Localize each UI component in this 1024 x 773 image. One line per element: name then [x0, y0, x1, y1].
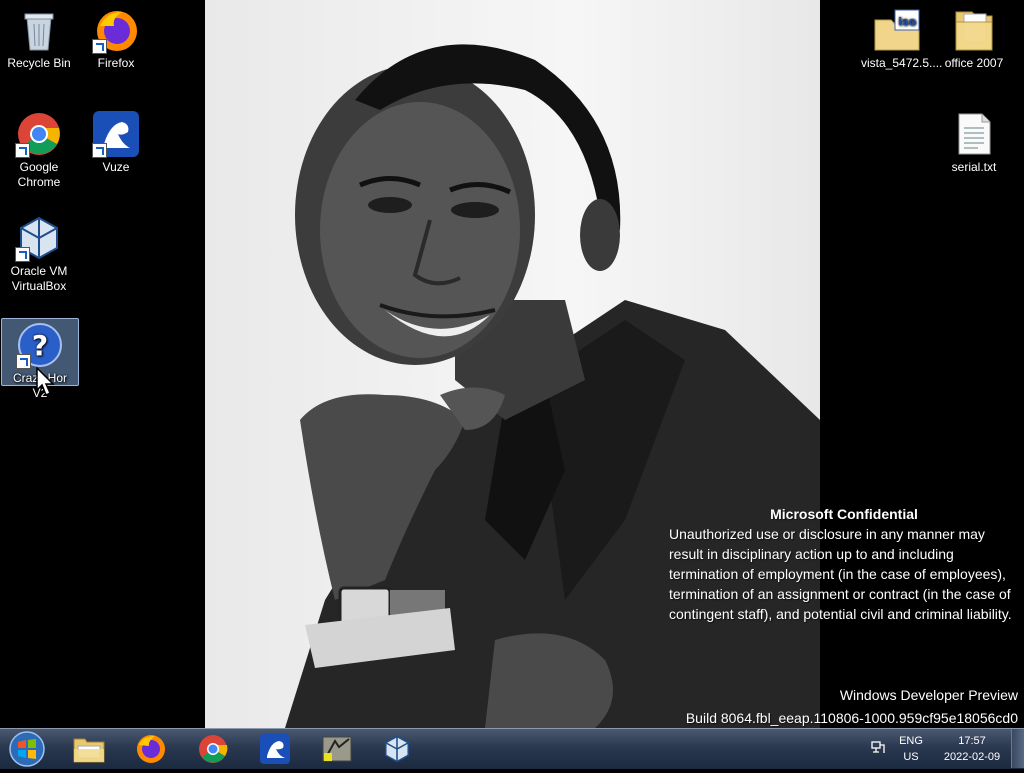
- desktop-icon-label: serial.txt: [951, 160, 997, 174]
- clock-time: 17:57: [958, 735, 986, 747]
- mouse-cursor-icon: [36, 366, 56, 402]
- windows-orb-icon: [9, 731, 45, 767]
- desktop-icon-recycle-bin[interactable]: Recycle Bin: [1, 0, 77, 71]
- shortcut-arrow-icon: [15, 247, 30, 262]
- folder-icon: [950, 6, 998, 54]
- svg-text:?: ?: [32, 329, 48, 362]
- chrome-icon: [15, 110, 63, 158]
- region-code: US: [903, 751, 919, 763]
- taskbar-app[interactable]: [310, 731, 364, 767]
- build-string: Build 8064.fbl_eeap.110806-1000.959cf95e…: [685, 710, 1018, 726]
- show-desktop-button[interactable]: [1011, 729, 1024, 768]
- language-indicator[interactable]: ENG US: [896, 733, 926, 765]
- start-button[interactable]: [4, 730, 50, 768]
- taskbar-firefox[interactable]: [124, 731, 178, 767]
- desktop-icon-label: Google Chrome: [17, 160, 61, 189]
- network-icon[interactable]: [870, 740, 886, 761]
- file-explorer-icon: [73, 738, 105, 763]
- taskbar: ENG US 17:57 2022-02-09: [0, 728, 1024, 769]
- virtualbox-icon: [384, 735, 410, 763]
- iso-folder-icon: iso: [873, 6, 921, 54]
- shortcut-arrow-icon: [15, 143, 30, 158]
- desktop-icon-vuze[interactable]: Vuze: [78, 104, 154, 175]
- firefox-icon: [92, 6, 140, 54]
- desktop-icon-virtualbox[interactable]: Oracle VM VirtualBox: [1, 208, 77, 294]
- desktop-icon-label: Vuze: [102, 160, 130, 174]
- desktop-icon-label: vista_5472.5....: [861, 56, 943, 70]
- help-question-icon: ?: [16, 321, 64, 369]
- desktop-icon-label: Firefox: [97, 56, 135, 70]
- desktop-icon-vista-iso[interactable]: iso vista_5472.5....: [859, 0, 943, 71]
- desktop-icon-firefox[interactable]: Firefox: [78, 0, 154, 71]
- recycle-bin-icon: [15, 6, 63, 54]
- shortcut-arrow-icon: [92, 39, 107, 54]
- confidential-title: Microsoft Confidential: [770, 506, 918, 522]
- app-icon: [322, 736, 352, 762]
- desktop-icon-serial-txt[interactable]: serial.txt: [936, 104, 1012, 175]
- taskbar-virtualbox[interactable]: [370, 731, 424, 767]
- text-file-icon: [950, 110, 998, 158]
- taskbar-file-explorer[interactable]: [62, 731, 116, 767]
- shortcut-arrow-icon: [16, 354, 31, 369]
- firefox-icon: [137, 735, 165, 763]
- build-info: Windows Developer Preview Build 8064.fbl…: [686, 684, 1018, 728]
- chrome-icon: [199, 735, 228, 763]
- vuze-icon: [260, 734, 290, 764]
- product-name: Windows Developer Preview: [839, 687, 1018, 703]
- virtualbox-icon: [15, 214, 63, 262]
- desktop[interactable]: Recycle Bin Firefox Google Chrome Vuze O…: [0, 0, 1024, 728]
- confidential-notice: Microsoft Confidential Unauthorized use …: [669, 504, 1019, 624]
- shortcut-arrow-icon: [92, 143, 107, 158]
- desktop-icon-chrome[interactable]: Google Chrome: [1, 104, 77, 190]
- desktop-icon-office-2007[interactable]: office 2007: [936, 0, 1012, 71]
- taskbar-chrome[interactable]: [186, 731, 240, 767]
- desktop-icon-label: Oracle VM VirtualBox: [10, 264, 68, 293]
- confidential-body: Unauthorized use or disclosure in any ma…: [669, 526, 1012, 622]
- svg-text:iso: iso: [898, 15, 916, 28]
- vuze-icon: [92, 110, 140, 158]
- clock-date: 2022-02-09: [943, 751, 1001, 763]
- desktop-icon-label: office 2007: [944, 56, 1004, 70]
- desktop-icon-label: Recycle Bin: [7, 56, 71, 70]
- clock[interactable]: 17:57 2022-02-09: [936, 733, 1008, 765]
- taskbar-vuze[interactable]: [248, 731, 302, 767]
- system-tray: ENG US 17:57 2022-02-09: [854, 729, 1024, 769]
- language-code: ENG: [899, 735, 923, 747]
